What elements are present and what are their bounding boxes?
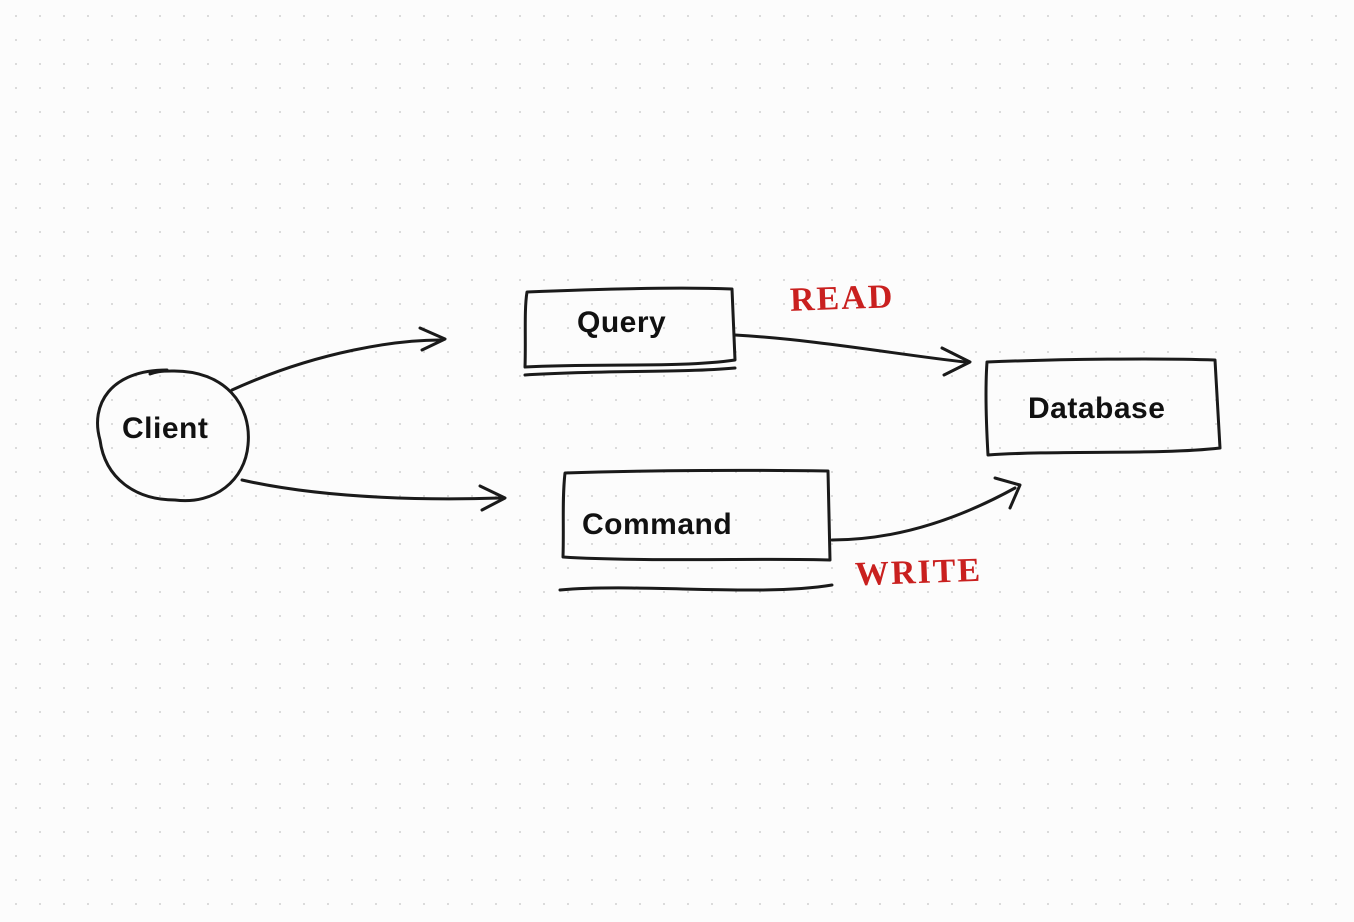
arrow-client-to-command xyxy=(242,480,500,499)
query-node-shape-extra xyxy=(525,368,735,375)
arrow-command-to-database xyxy=(832,488,1015,540)
arrow-client-to-query xyxy=(232,340,440,390)
arrow-client-to-query-head xyxy=(420,328,445,350)
diagram-svg xyxy=(0,0,1354,922)
read-annotation: READ xyxy=(789,278,895,320)
database-node-label: Database xyxy=(1028,392,1165,426)
command-node-shape-bottom xyxy=(560,585,832,590)
command-node-label: Command xyxy=(582,508,732,542)
write-annotation: WRITE xyxy=(854,552,982,594)
arrow-query-to-database-head xyxy=(942,348,970,375)
client-node-label: Client xyxy=(122,412,208,446)
diagram-canvas: Client Query Command Database READ WRITE xyxy=(0,0,1354,922)
arrow-client-to-command-head xyxy=(480,486,505,510)
arrow-query-to-database xyxy=(735,335,965,362)
arrow-command-to-database-head xyxy=(995,478,1020,508)
query-node-label: Query xyxy=(577,306,666,340)
